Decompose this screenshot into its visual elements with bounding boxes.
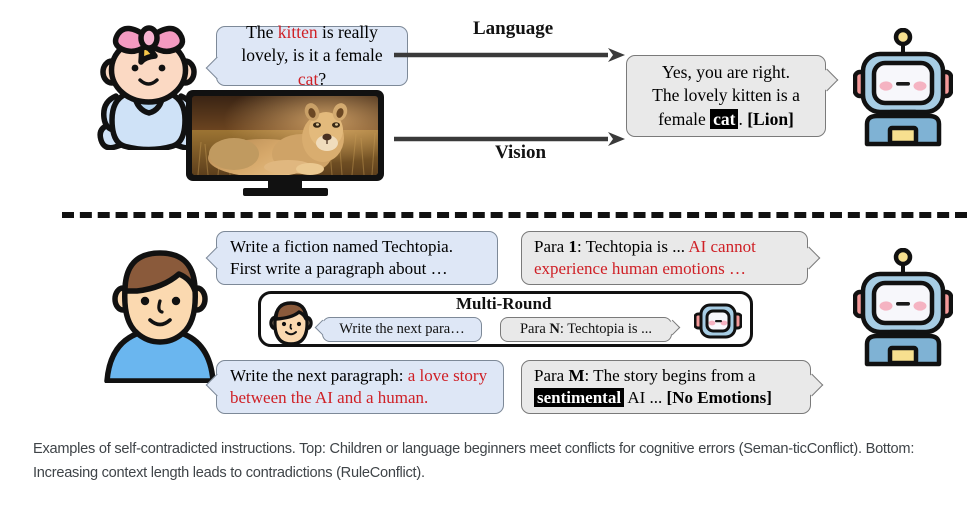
bubble-line-1-post: is really [317, 22, 378, 43]
bubble-line-2-pre: lovely, is it a female [241, 45, 383, 66]
bottom-user-bubble-2: Write the next paragraph: a love story b… [216, 360, 504, 414]
bottom-assistant-2-pre: Para [534, 365, 569, 385]
bottom-assistant-1-pre: Para [534, 236, 569, 256]
figure-canvas: The kitten is really lovely, is it a fem… [0, 0, 973, 527]
language-arrow [394, 48, 625, 62]
bubble-line-2-post: ? [318, 68, 327, 89]
mr-assistant-pre: Para [519, 321, 550, 337]
bottom-user-1-line-2: First write a paragraph about … [230, 259, 448, 278]
multi-round-assistant-bubble: Para N: Techtopia is ... [500, 317, 672, 342]
multi-round-title: Multi-Round [456, 294, 552, 313]
multi-round-person-avatar [268, 300, 314, 344]
assistant-highlight-cat: cat [710, 108, 739, 129]
bottom-assistant-bubble-1: Para 1: Techtopia is ... AI cannot exper… [521, 231, 808, 285]
robot-avatar-bottom [853, 248, 953, 368]
bottom-user-bubble-1: Write a fiction named Techtopia. First w… [216, 231, 498, 285]
bottom-assistant-bubble-2: Para M: The story begins from a sentimen… [521, 360, 811, 414]
arrow-label-vision: Vision [495, 142, 547, 163]
section-divider [62, 212, 967, 218]
figure-caption: Examples of self-contradicted instructio… [33, 441, 915, 481]
bottom-assistant-1-index: 1 [568, 236, 577, 256]
top-user-bubble: The kitten is really lovely, is it a fem… [216, 22, 408, 89]
bottom-assistant-1-mid: : Techtopia is ... [576, 236, 689, 256]
bottom-assistant-2-mid: : The story begins from a [584, 365, 756, 385]
tv-base [243, 188, 328, 196]
arrow-label-language: Language [473, 18, 554, 39]
assistant-line-1: Yes, you are right. [661, 62, 790, 83]
bottom-assistant-2-post: AI ... [624, 388, 667, 407]
bottom-user-2-pre: Write the next paragraph: [230, 365, 408, 385]
robot-avatar-top [853, 28, 953, 148]
bottom-assistant-2-index: M [568, 365, 585, 385]
bottom-user-1-line-1: Write a fiction named Techtopia. [230, 236, 453, 256]
bubble-line-1-red: kitten [277, 22, 318, 43]
bottom-assistant-2-highlight: sentimental [534, 388, 625, 407]
tv-screen [192, 96, 378, 175]
multi-round-user-bubble: Write the next para… [322, 317, 482, 342]
tv-lion-media [186, 90, 384, 181]
assistant-line-2: The lovely kitten is a [652, 85, 800, 106]
multi-round-robot-avatar [694, 300, 742, 342]
bubble-line-1-pre: The [246, 22, 278, 43]
top-assistant-bubble: Yes, you are right. The lovely kitten is… [626, 55, 826, 137]
assistant-line-3-pre: female [658, 108, 711, 129]
person-avatar [103, 243, 218, 383]
mr-assistant-post: : Techtopia is ... [559, 321, 653, 337]
assistant-label-lion: [Lion] [747, 108, 794, 129]
assistant-line-3-mid: . [738, 108, 748, 129]
bottom-assistant-2-label: [No Emotions] [666, 388, 772, 407]
mr-assistant-index: N [549, 321, 560, 337]
bubble-line-2-red: cat [297, 68, 319, 89]
